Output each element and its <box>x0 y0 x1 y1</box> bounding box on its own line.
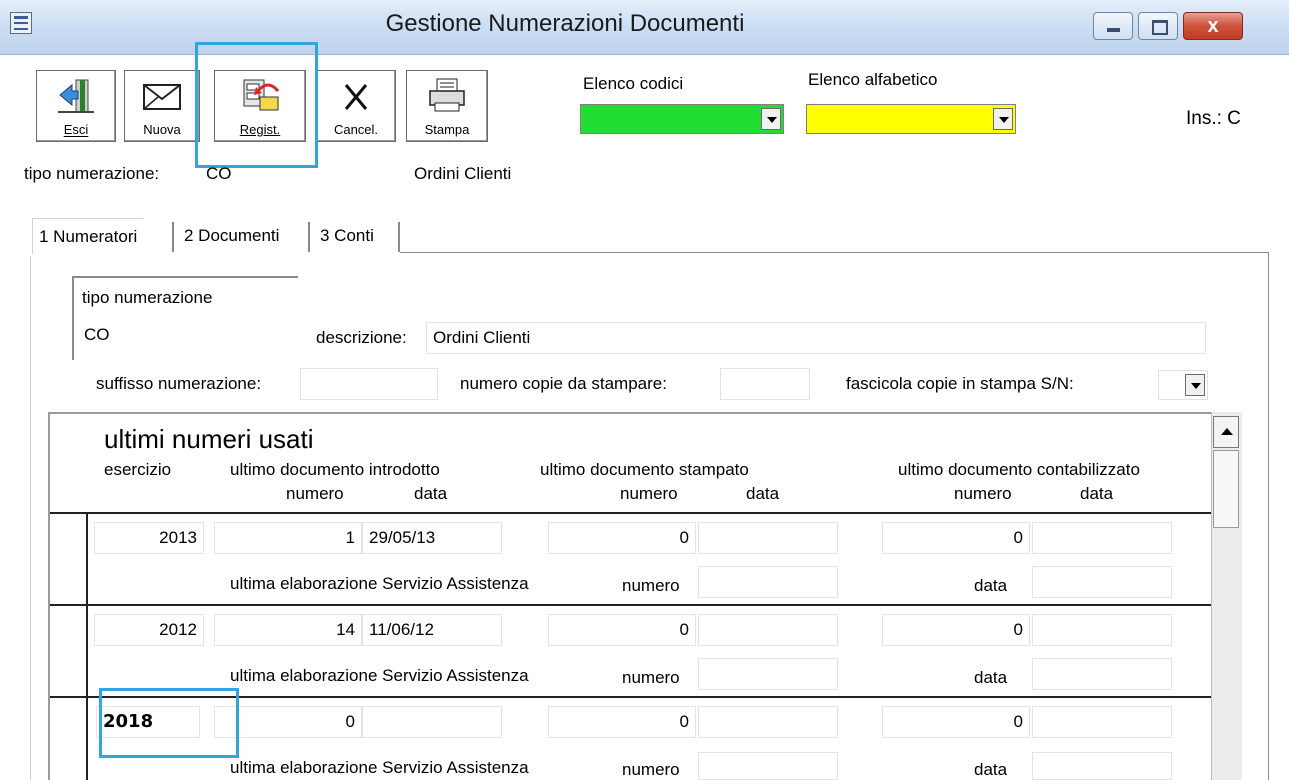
row2-intro-numero[interactable]: 14 <box>214 614 362 646</box>
tab-separator <box>398 222 400 252</box>
close-icon: x <box>1207 15 1219 37</box>
row3-assist-numero-label: numero <box>622 760 680 779</box>
tab-separator <box>308 222 310 252</box>
sub-intro-data: data <box>414 484 448 503</box>
row1-cont-data[interactable] <box>1032 522 1172 554</box>
grid-title: ultimi numeri usati <box>104 424 314 454</box>
tab-panel-right-border <box>1268 252 1269 780</box>
col-introdotto: ultimo documento introdotto <box>230 460 440 479</box>
col-esercizio: esercizio <box>104 460 172 479</box>
sub-stamp-data: data <box>746 484 780 503</box>
tab-numeratori[interactable]: 1 Numeratori <box>32 218 144 254</box>
grid-left-rule <box>86 514 88 780</box>
fascicola-dropdown-icon[interactable] <box>1185 374 1205 396</box>
tab-conti[interactable]: 3 Conti <box>314 218 380 254</box>
exit-label: Esci <box>63 122 89 137</box>
copie-label: numero copie da stampare: <box>460 374 667 393</box>
code-list-label: Elenco codici <box>583 74 684 93</box>
row2-assist-numero[interactable] <box>698 658 838 690</box>
row2-esercizio[interactable]: 2012 <box>94 614 204 646</box>
fascicola-select[interactable] <box>1158 370 1208 400</box>
fascicola-label: fascicola copie in stampa S/N: <box>846 374 1074 393</box>
row3-assist-numero[interactable] <box>698 752 838 780</box>
descrizione-field[interactable]: Ordini Clienti <box>426 322 1206 354</box>
save-highlight-box <box>195 42 318 168</box>
close-button[interactable]: x <box>1183 12 1243 40</box>
row2-cont-data[interactable] <box>1032 614 1172 646</box>
row1-stamp-numero[interactable]: 0 <box>548 522 696 554</box>
suffisso-label: suffisso numerazione: <box>96 374 262 393</box>
new-button[interactable]: Nuova <box>124 70 200 142</box>
scroll-thumb[interactable] <box>1213 450 1239 528</box>
row2-intro-data[interactable]: 11/06/12 <box>362 614 502 646</box>
exit-button[interactable]: Esci <box>36 70 116 142</box>
header-type-code: CO <box>206 164 232 183</box>
envelope-icon <box>143 84 181 110</box>
delete-button[interactable]: Cancel. <box>316 70 396 142</box>
header-type-description: Ordini Clienti <box>414 164 512 183</box>
row2-assist-label: ultima elaborazione Servizio Assistenza <box>230 666 529 685</box>
copie-field[interactable] <box>720 368 810 400</box>
row2-assist-numero-label: numero <box>622 668 680 687</box>
row1-intro-numero[interactable]: 1 <box>214 522 362 554</box>
sub-stamp-numero: numero <box>620 484 678 503</box>
row1-cont-numero[interactable]: 0 <box>882 522 1030 554</box>
sub-intro-numero: numero <box>286 484 344 503</box>
suffisso-field[interactable] <box>300 368 438 400</box>
row3-intro-data[interactable] <box>362 706 502 738</box>
sub-cont-numero: numero <box>954 484 1012 503</box>
row1-intro-data[interactable]: 29/05/13 <box>362 522 502 554</box>
alpha-list-dropdown-icon[interactable] <box>993 108 1013 130</box>
descrizione-label: descrizione: <box>316 328 407 347</box>
tab-panel-top-border <box>400 252 1268 253</box>
row-separator <box>50 604 1211 606</box>
print-button[interactable]: Stampa <box>406 70 488 142</box>
row3-cont-numero[interactable]: 0 <box>882 706 1030 738</box>
print-label: Stampa <box>424 122 470 137</box>
row2-stamp-numero[interactable]: 0 <box>548 614 696 646</box>
alpha-list-label: Elenco alfabetico <box>808 70 938 89</box>
row3-cont-data[interactable] <box>1032 706 1172 738</box>
code-list-dropdown-icon[interactable] <box>761 108 781 130</box>
tipo-numerazione-field[interactable]: CO <box>78 320 292 354</box>
year-highlight-box <box>99 688 239 758</box>
row3-assist-label: ultima elaborazione Servizio Assistenza <box>230 758 529 777</box>
row1-assist-numero-label: numero <box>622 576 680 595</box>
window-title: Gestione Numerazioni Documenti <box>385 10 745 37</box>
scroll-up-icon[interactable] <box>1213 416 1239 448</box>
insert-status: Ins.: C <box>1186 108 1241 129</box>
row-separator <box>50 512 1211 514</box>
tab-panel-left-border <box>30 256 31 780</box>
new-label: Nuova <box>143 122 181 137</box>
tab-documenti[interactable]: 2 Documenti <box>178 218 285 254</box>
alpha-list-select[interactable] <box>806 104 1016 134</box>
row2-stamp-data[interactable] <box>698 614 838 646</box>
sub-cont-data: data <box>1080 484 1114 503</box>
row3-assist-data-label: data <box>974 760 1008 779</box>
row1-assist-data-label: data <box>974 576 1008 595</box>
tab-separator <box>172 222 174 252</box>
row1-assist-data[interactable] <box>1032 566 1172 598</box>
code-list-select[interactable] <box>580 104 784 134</box>
maximize-button[interactable] <box>1138 12 1178 40</box>
row3-assist-data[interactable] <box>1032 752 1172 780</box>
exit-door-icon <box>58 79 94 113</box>
row2-assist-data[interactable] <box>1032 658 1172 690</box>
col-contabilizzato: ultimo documento contabilizzato <box>898 460 1140 479</box>
row3-stamp-numero[interactable]: 0 <box>548 706 696 738</box>
row3-stamp-data[interactable] <box>698 706 838 738</box>
row2-assist-data-label: data <box>974 668 1008 687</box>
delete-label: Cancel. <box>333 122 379 137</box>
row1-stamp-data[interactable] <box>698 522 838 554</box>
tipo-numerazione-label: tipo numerazione <box>82 288 213 307</box>
cancel-x-icon <box>344 84 368 110</box>
row2-cont-numero[interactable]: 0 <box>882 614 1030 646</box>
header-type-label: tipo numerazione: <box>24 164 160 183</box>
col-stampato: ultimo documento stampato <box>540 460 749 479</box>
minimize-button[interactable] <box>1093 12 1133 40</box>
row1-assist-numero[interactable] <box>698 566 838 598</box>
printer-icon <box>429 78 465 112</box>
row1-esercizio[interactable]: 2013 <box>94 522 204 554</box>
row1-assist-label: ultima elaborazione Servizio Assistenza <box>230 574 529 593</box>
